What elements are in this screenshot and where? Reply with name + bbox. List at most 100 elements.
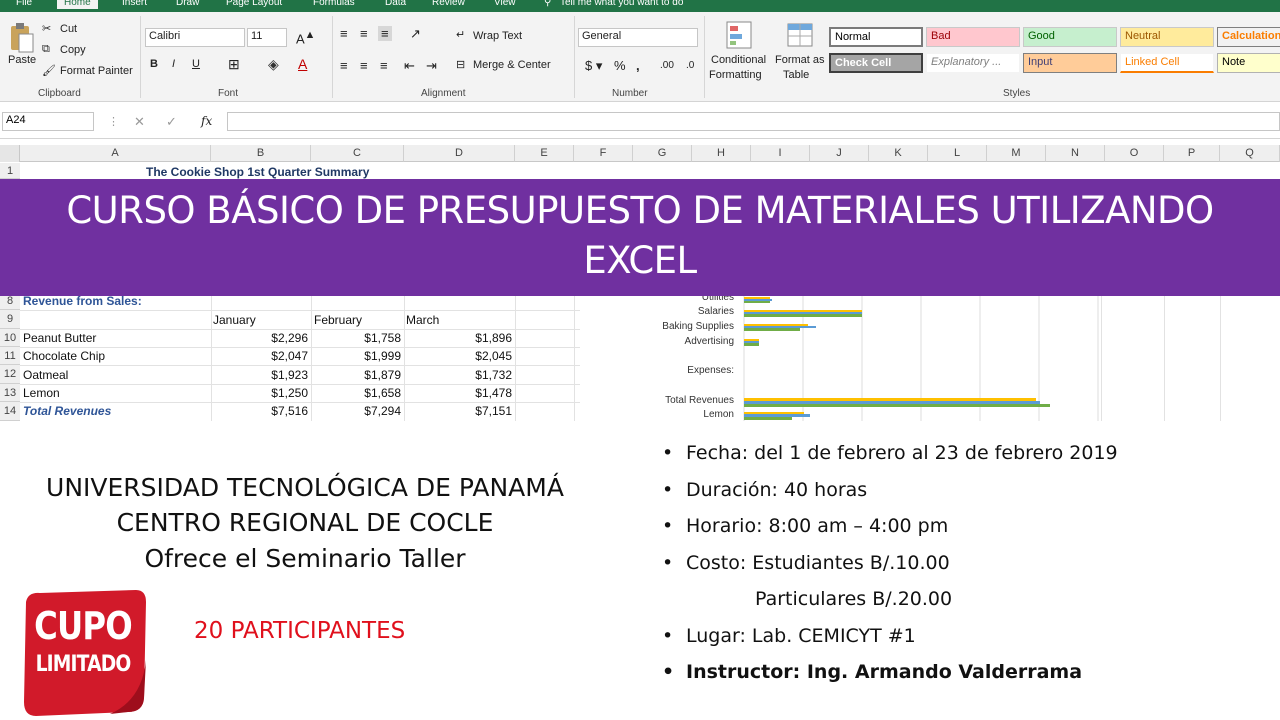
name-box[interactable]: A24: [2, 112, 94, 131]
format-as-table-button[interactable]: Format as: [775, 54, 825, 66]
tab-insert[interactable]: Insert: [122, 0, 147, 8]
tell-me-search[interactable]: Tell me what you want to do: [560, 0, 683, 8]
tab-data[interactable]: Data: [385, 0, 406, 8]
sheet-title: The Cookie Shop 1st Quarter Summary: [146, 165, 370, 179]
conditional-formatting-icon[interactable]: [725, 20, 753, 50]
tab-review[interactable]: Review: [432, 0, 465, 8]
insert-function-icon[interactable]: fx: [201, 114, 212, 128]
fill-color-icon[interactable]: ◈: [268, 56, 279, 73]
row-header[interactable]: 9: [0, 310, 20, 329]
column-header[interactable]: B: [211, 145, 311, 162]
column-header[interactable]: I: [751, 145, 810, 162]
column-header[interactable]: L: [928, 145, 987, 162]
number-format-select[interactable]: General: [578, 28, 698, 47]
style-normal[interactable]: Normal: [829, 27, 923, 47]
copy-icon: ⧉: [42, 43, 50, 55]
align-top-icon[interactable]: ≡: [340, 26, 348, 41]
detail-date: Fecha: del 1 de febrero al 23 de febrero…: [660, 438, 1270, 475]
align-bottom-icon[interactable]: ≡: [378, 26, 392, 41]
font-color-icon[interactable]: A: [298, 56, 307, 72]
course-details-list: Fecha: del 1 de febrero al 23 de febrero…: [660, 438, 1270, 694]
row-header[interactable]: 11: [0, 347, 20, 365]
increase-indent-icon[interactable]: ⇥: [426, 58, 437, 74]
column-header[interactable]: H: [692, 145, 751, 162]
column-header[interactable]: A: [20, 145, 211, 162]
paste-button[interactable]: Paste: [8, 54, 36, 66]
column-header[interactable]: N: [1046, 145, 1105, 162]
column-header[interactable]: K: [869, 145, 928, 162]
align-right-icon[interactable]: ≡: [380, 58, 388, 73]
currency-icon[interactable]: $ ▾: [585, 58, 602, 74]
comma-icon[interactable]: ,: [636, 58, 640, 73]
align-left-icon[interactable]: ≡: [340, 58, 348, 73]
style-calculation[interactable]: Calculation: [1217, 27, 1280, 47]
revenue-value: $1,732: [475, 368, 512, 382]
product-name: Peanut Butter: [23, 331, 97, 345]
wrap-text-button[interactable]: Wrap Text: [473, 30, 522, 42]
column-header[interactable]: J: [810, 145, 869, 162]
conditional-formatting-button[interactable]: Conditional: [711, 54, 766, 66]
chart-bar: [744, 310, 862, 312]
italic-button[interactable]: I: [172, 58, 175, 70]
chart-bar: [744, 297, 770, 299]
column-header[interactable]: O: [1105, 145, 1164, 162]
style-input[interactable]: Input: [1023, 53, 1117, 73]
merge-center-button[interactable]: Merge & Center: [473, 59, 551, 71]
row-header[interactable]: 1: [0, 163, 20, 179]
column-header[interactable]: G: [633, 145, 692, 162]
conditional-formatting-label: Formatting: [709, 69, 762, 81]
university-name: UNIVERSIDAD TECNOLÓGICA DE PANAMÁ: [46, 473, 564, 502]
format-as-table-icon[interactable]: [786, 20, 814, 50]
format-painter-button[interactable]: Format Painter: [60, 65, 133, 77]
style-note[interactable]: Note: [1217, 53, 1280, 73]
column-header[interactable]: P: [1164, 145, 1220, 162]
row-header[interactable]: 12: [0, 365, 20, 384]
copy-button[interactable]: Copy: [60, 44, 86, 56]
style-linked-cell[interactable]: Linked Cell: [1120, 53, 1214, 73]
grow-font-button[interactable]: A▲: [296, 29, 315, 46]
increase-decimal-icon[interactable]: .00: [660, 60, 674, 71]
tab-view[interactable]: View: [494, 0, 516, 8]
orientation-icon[interactable]: ↗: [410, 26, 421, 42]
font-name-select[interactable]: Calibri: [145, 28, 245, 47]
percent-icon[interactable]: %: [614, 58, 626, 73]
align-center-icon[interactable]: ≡: [360, 58, 368, 73]
cut-button[interactable]: Cut: [60, 23, 77, 35]
row-header[interactable]: 14: [0, 402, 20, 421]
enter-icon[interactable]: ✓: [166, 114, 177, 130]
column-header[interactable]: M: [987, 145, 1046, 162]
decrease-indent-icon[interactable]: ⇤: [404, 58, 415, 74]
column-header[interactable]: F: [574, 145, 633, 162]
course-title-line-2: EXCEL: [583, 239, 697, 282]
tab-file[interactable]: File: [16, 0, 32, 8]
select-all-corner[interactable]: [0, 145, 20, 162]
row-header[interactable]: 13: [0, 384, 20, 402]
style-neutral[interactable]: Neutral: [1120, 27, 1214, 47]
column-header[interactable]: Q: [1220, 145, 1280, 162]
row-header[interactable]: 10: [0, 329, 20, 347]
tab-draw[interactable]: Draw: [176, 0, 199, 8]
style-check-cell[interactable]: Check Cell: [829, 53, 923, 73]
grid-line: [20, 329, 580, 330]
style-explanatory[interactable]: Explanatory ...: [926, 53, 1020, 73]
column-header[interactable]: C: [311, 145, 404, 162]
column-header[interactable]: E: [515, 145, 574, 162]
tab-home[interactable]: Home: [57, 0, 98, 9]
course-title-banner: CURSO BÁSICO DE PRESUPUESTO DE MATERIALE…: [0, 179, 1280, 296]
decrease-decimal-icon[interactable]: .0: [686, 60, 694, 71]
embedded-bar-chart[interactable]: Utilities Salaries Baking Supplies Adver…: [586, 291, 1100, 421]
underline-button[interactable]: U: [192, 58, 200, 70]
style-bad[interactable]: Bad: [926, 27, 1020, 47]
style-good[interactable]: Good: [1023, 27, 1117, 47]
formula-input[interactable]: [227, 112, 1280, 131]
chart-bar: [744, 417, 792, 420]
tab-page-layout[interactable]: Page Layout: [226, 0, 282, 8]
paste-icon[interactable]: [8, 22, 34, 54]
column-header[interactable]: D: [404, 145, 515, 162]
font-size-select[interactable]: 11: [247, 28, 287, 47]
align-middle-icon[interactable]: ≡: [360, 26, 368, 41]
cancel-icon[interactable]: ✕: [134, 114, 145, 130]
tab-formulas[interactable]: Formulas: [313, 0, 355, 8]
borders-icon[interactable]: ⊞: [228, 56, 240, 73]
bold-button[interactable]: B: [150, 58, 158, 70]
